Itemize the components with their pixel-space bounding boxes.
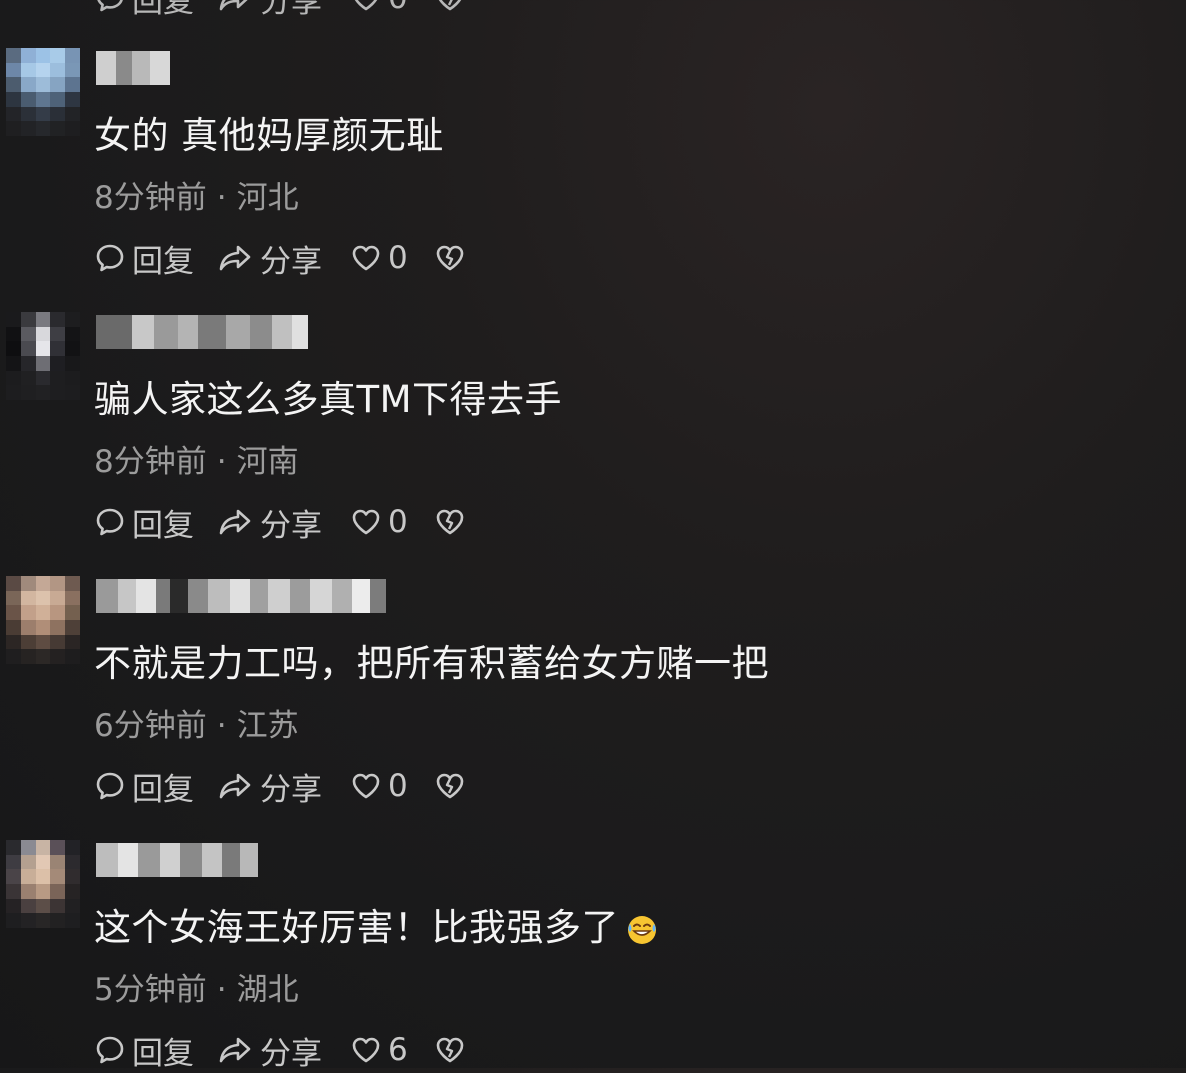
share-arrow-icon (219, 773, 251, 799)
like-button[interactable]: 0 (350, 504, 408, 540)
reply-button[interactable]: 回复 (94, 500, 194, 545)
comment-time: 8分钟前 (94, 444, 207, 480)
dislike-button[interactable] (434, 0, 466, 14)
comment-actions: 回复 分享 6 (94, 1028, 466, 1073)
previous-comment-actions: 回复 分享 0 (94, 0, 466, 21)
comment-text: 骗人家这么多真TM下得去手 (94, 378, 563, 421)
reply-label: 回复 (132, 507, 194, 544)
reply-button[interactable]: 回复 (94, 0, 194, 21)
comment-meta: 8分钟前 · 河南 (94, 442, 299, 482)
comment-bubble-icon (96, 244, 124, 272)
comment-location: 河南 (236, 444, 299, 480)
share-label: 分享 (260, 243, 322, 280)
heart-icon (352, 245, 380, 271)
comment-location: 江苏 (236, 708, 299, 744)
like-button[interactable]: 0 (350, 0, 408, 16)
username-blurred[interactable] (96, 578, 386, 614)
comment-meta: 5分钟前 · 湖北 (94, 970, 299, 1010)
username-blurred[interactable] (96, 842, 258, 878)
share-label: 分享 (260, 507, 322, 544)
avatar[interactable] (6, 48, 80, 136)
like-count: 0 (388, 0, 408, 16)
separator-dot: · (216, 180, 227, 216)
like-button[interactable]: 6 (350, 1032, 408, 1068)
separator-dot: · (216, 708, 227, 744)
share-button[interactable]: 分享 (218, 500, 322, 545)
like-count: 0 (388, 504, 408, 540)
avatar[interactable] (6, 576, 80, 664)
broken-heart-icon (436, 245, 464, 271)
share-label: 分享 (260, 771, 322, 808)
heart-icon (352, 1037, 380, 1063)
heart-icon (352, 773, 380, 799)
comment-text: 女的 真他妈厚颜无耻 (94, 114, 444, 157)
heart-icon (354, 0, 378, 11)
like-button[interactable]: 0 (350, 768, 408, 804)
broken-heart-icon (438, 0, 461, 11)
comment-actions: 回复 分享 0 (94, 764, 466, 809)
dislike-button[interactable] (434, 242, 466, 274)
share-button[interactable]: 分享 (218, 236, 322, 281)
comment-meta: 8分钟前 · 河北 (94, 178, 299, 218)
username-blurred[interactable] (96, 50, 170, 86)
share-arrow-icon (219, 0, 248, 11)
comment-time: 8分钟前 (94, 180, 207, 216)
avatar[interactable] (6, 840, 80, 928)
share-arrow-icon (219, 1037, 251, 1063)
dislike-button[interactable] (434, 506, 466, 538)
share-label: 分享 (260, 1035, 322, 1072)
comment-meta: 6分钟前 · 江苏 (94, 706, 299, 746)
comment-text: 不就是力工吗，把所有积蓄给女方赌一把 (94, 642, 769, 685)
reply-button[interactable]: 回复 (94, 764, 194, 809)
avatar[interactable] (6, 312, 80, 400)
like-count: 6 (388, 1032, 408, 1068)
comment-bubble-icon (96, 508, 124, 536)
like-count: 0 (388, 768, 408, 804)
username-blurred[interactable] (96, 314, 308, 350)
share-arrow-icon (219, 509, 251, 535)
separator-dot: · (216, 444, 227, 480)
share-arrow-icon (219, 245, 251, 271)
like-button[interactable]: 0 (350, 240, 408, 276)
dislike-button[interactable] (434, 1034, 466, 1066)
comment-bubble-icon (96, 1036, 124, 1064)
broken-heart-icon (436, 1037, 464, 1063)
reply-button[interactable]: 回复 (94, 236, 194, 281)
comment-time: 6分钟前 (94, 708, 207, 744)
share-button[interactable]: 分享 (218, 1028, 322, 1073)
comment-time: 5分钟前 (94, 972, 207, 1008)
reply-label: 回复 (132, 0, 194, 20)
dislike-button[interactable] (434, 770, 466, 802)
reply-label: 回复 (132, 243, 194, 280)
comment-location: 河北 (236, 180, 299, 216)
like-count: 0 (388, 240, 408, 276)
comment-actions: 回复 分享 0 (94, 500, 466, 545)
reply-label: 回复 (132, 771, 194, 808)
share-button[interactable]: 分享 (218, 764, 322, 809)
broken-heart-icon (436, 509, 464, 535)
comment-actions: 回复 分享 0 (94, 236, 466, 281)
reply-label: 回复 (132, 1035, 194, 1072)
separator-dot: · (216, 972, 227, 1008)
heart-icon (352, 509, 380, 535)
share-button[interactable]: 分享 (218, 0, 322, 21)
comment-bubble-icon (97, 0, 123, 12)
comment-bubble-icon (96, 772, 124, 800)
reply-button[interactable]: 回复 (94, 1028, 194, 1073)
laugh-cry-emoji-icon (628, 916, 656, 944)
share-label: 分享 (260, 0, 322, 20)
comment-text: 这个女海王好厉害！比我强多了 (94, 904, 659, 952)
comment-location: 湖北 (236, 972, 299, 1008)
broken-heart-icon (436, 773, 464, 799)
